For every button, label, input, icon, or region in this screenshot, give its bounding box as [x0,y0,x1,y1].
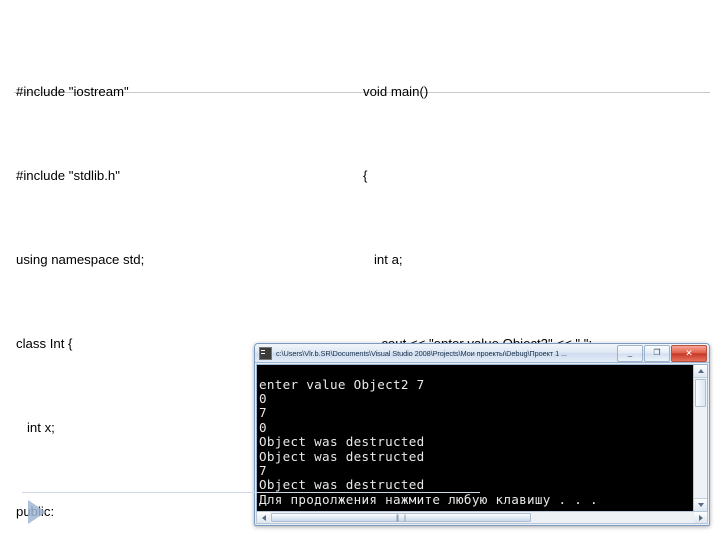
console-output-text: enter value Object2 7 0 7 0 Object was d… [259,376,598,507]
maximize-button[interactable]: ❐ [644,344,670,362]
slide-canvas: #include "iostream" #include "stdlib.h" … [0,0,720,540]
scroll-up-icon[interactable] [694,365,707,378]
console-vertical-scrollbar[interactable] [693,365,707,511]
minimize-icon: _ [627,348,633,357]
code-line: using namespace std; [16,252,145,267]
horizontal-scroll-thumb[interactable] [271,513,531,522]
minimize-button[interactable]: _ [617,344,643,362]
scroll-down-icon[interactable] [694,498,707,511]
code-line: #include "stdlib.h" [16,168,120,183]
console-window[interactable]: c:\Users\Vlr.b.SR\Documents\Visual Studi… [254,343,710,526]
code-line: #include "iostream" [16,84,129,99]
next-slide-arrow-icon[interactable] [28,500,46,524]
horizontal-scroll-track[interactable] [531,512,694,523]
vertical-scroll-thumb[interactable] [695,379,706,407]
close-icon: ✕ [685,348,693,358]
console-horizontal-scrollbar[interactable] [256,511,708,524]
close-button[interactable]: ✕ [671,344,707,362]
scroll-left-icon[interactable] [257,512,270,523]
console-title: c:\Users\Vlr.b.SR\Documents\Visual Studi… [276,348,567,358]
code-line: void main() [363,84,429,99]
maximize-icon: ❐ [653,348,661,357]
console-titlebar[interactable]: c:\Users\Vlr.b.SR\Documents\Visual Studi… [255,344,709,363]
scroll-right-icon[interactable] [694,512,707,523]
console-app-icon [259,346,272,360]
placeholder-guide-bottom [22,492,480,493]
console-output-area: enter value Object2 7 0 7 0 Object was d… [256,364,708,512]
code-line: int a; [363,252,403,267]
code-line: { [363,168,368,183]
